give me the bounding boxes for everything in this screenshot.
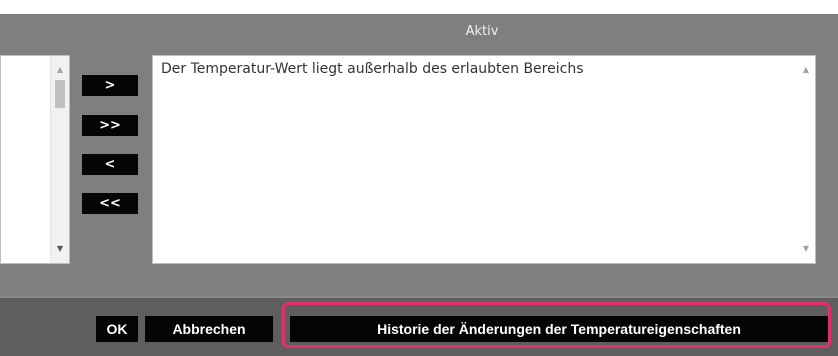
change-history-button[interactable]: Historie der Änderungen der Temperaturei… xyxy=(290,316,828,342)
move-selected-button[interactable]: > xyxy=(82,75,138,96)
ok-button[interactable]: OK xyxy=(96,316,138,342)
scroll-down-icon[interactable]: ▼ xyxy=(797,241,815,257)
active-list-scrollbar[interactable]: ▲ ▼ xyxy=(797,56,815,263)
scroll-up-icon[interactable]: ▲ xyxy=(51,62,69,78)
move-all-button[interactable]: >> xyxy=(82,115,138,136)
cancel-button[interactable]: Abbrechen xyxy=(145,316,273,342)
available-list-scrollbar[interactable]: ▲ ▼ xyxy=(50,56,69,263)
active-section-title: Aktiv xyxy=(465,24,499,39)
scroll-up-icon[interactable]: ▲ xyxy=(797,62,815,78)
available-list[interactable]: ▲ ▼ xyxy=(0,55,70,264)
scroll-down-icon[interactable]: ▼ xyxy=(51,241,69,257)
remove-all-button[interactable]: << xyxy=(82,193,138,214)
active-list[interactable]: Der Temperatur-Wert liegt außerhalb des … xyxy=(152,55,816,264)
top-strip xyxy=(0,0,838,14)
remove-selected-button[interactable]: < xyxy=(82,154,138,175)
scroll-thumb[interactable] xyxy=(55,80,65,108)
list-item[interactable]: Der Temperatur-Wert liegt außerhalb des … xyxy=(161,61,584,77)
